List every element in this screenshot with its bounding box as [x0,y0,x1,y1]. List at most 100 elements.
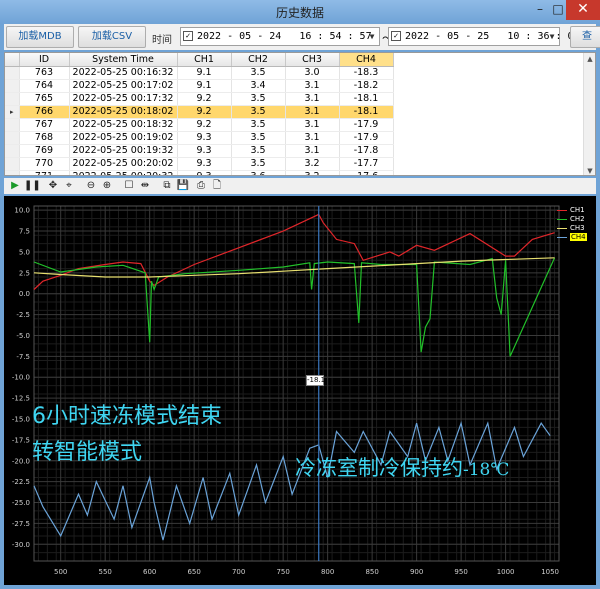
table-cell[interactable]: 2022-05-25 00:18:02 [69,105,178,119]
table-cell[interactable]: 2022-05-25 00:18:32 [69,118,178,132]
split-icon[interactable]: ⇹ [138,179,152,193]
table-cell[interactable]: 2022-05-25 00:19:02 [69,131,178,145]
close-button[interactable]: ✕ [566,0,600,20]
table-cell[interactable]: 3.2 [285,157,340,171]
column-header-ch4[interactable]: CH4 [339,53,394,67]
table-cell[interactable]: 3.5 [231,118,286,132]
table-cell[interactable]: 770 [19,157,70,171]
table-cell[interactable]: 9.2 [177,118,232,132]
temperature-chart[interactable]: 500 550 600 650 700 750 800 850 900 950 1000 1050 10… [4,196,596,585]
preview-icon[interactable]: 🗋 [210,179,224,193]
table-cell[interactable]: 2022-05-25 00:20:32 [69,170,178,175]
chevron-down-icon[interactable]: ▼ [365,28,379,45]
table-row[interactable]: 763 2022-05-25 00:16:32 9.1 3.5 3.0 -18.3 [5,66,394,80]
table-cell[interactable]: 9.3 [177,157,232,171]
load-mdb-button[interactable]: 加载MDB [6,26,74,48]
table-cell[interactable]: 9.3 [177,170,232,175]
copy-icon[interactable]: ⧉ [160,179,174,193]
row-indicator[interactable] [5,144,20,158]
title-bar[interactable]: 历史数据 – □ ✕ [0,0,600,24]
select-icon[interactable]: ⌖ [62,179,76,193]
table-cell[interactable]: -17.9 [339,131,394,145]
start-datetime-picker[interactable]: ✓ 2022 - 05 - 24 16 : 54 : 57 ▼ [180,27,380,46]
print-icon[interactable]: ⎙ [194,179,208,193]
row-indicator[interactable] [5,131,20,145]
scroll-down-icon[interactable]: ▼ [584,165,595,175]
table-cell[interactable]: 768 [19,131,70,145]
zoom-in-icon[interactable]: ⊕ [100,179,114,193]
table-row[interactable]: 765 2022-05-25 00:17:32 9.2 3.5 3.1 -18.1 [5,92,394,106]
legend-item-ch3[interactable]: CH3 [557,224,591,233]
play-icon[interactable]: ▶ [8,179,22,193]
table-cell[interactable]: 3.6 [231,170,286,175]
pan-icon[interactable]: ✥ [46,179,60,193]
table-cell[interactable]: 3.5 [231,105,286,119]
load-csv-button[interactable]: 加载CSV [78,26,146,48]
table-row[interactable]: 764 2022-05-25 00:17:02 9.1 3.4 3.1 -18.2 [5,79,394,93]
table-row[interactable]: 768 2022-05-25 00:19:02 9.3 3.5 3.1 -17.9 [5,131,394,145]
table-cell[interactable]: 3.5 [231,131,286,145]
table-cell[interactable]: 3.5 [231,66,286,80]
column-header-ch3[interactable]: CH3 [285,53,340,67]
table-cell[interactable]: -17.9 [339,118,394,132]
table-cell[interactable]: -18.3 [339,66,394,80]
table-cell[interactable]: 769 [19,144,70,158]
table-cell[interactable]: 3.0 [285,66,340,80]
table-cell[interactable]: -17.8 [339,144,394,158]
table-cell[interactable]: -18.1 [339,92,394,106]
table-cell[interactable]: 3.4 [231,79,286,93]
table-cell[interactable]: 3.1 [285,118,340,132]
table-cell[interactable]: 764 [19,79,70,93]
table-cell[interactable]: 9.2 [177,92,232,106]
table-cell[interactable]: 2022-05-25 00:16:32 [69,66,178,80]
pause-icon[interactable]: ❚❚ [24,179,41,193]
table-cell[interactable]: 765 [19,92,70,106]
end-enable-checkbox[interactable]: ✓ [391,31,401,41]
row-indicator[interactable] [5,118,20,132]
table-cell[interactable]: 766 [19,105,70,119]
table-row[interactable]: 769 2022-05-25 00:19:32 9.3 3.5 3.1 -17.8 [5,144,394,158]
table-cell[interactable]: 767 [19,118,70,132]
start-datetime-value[interactable]: 2022 - 05 - 24 16 : 54 : 57 [197,28,372,45]
table-cell[interactable]: -17.7 [339,157,394,171]
table-cell[interactable]: 3.5 [231,144,286,158]
data-grid[interactable]: ID System Time CH1 CH2 CH3 CH4 763 2022-05-25 … [4,52,596,176]
row-indicator[interactable] [5,66,20,80]
row-indicator[interactable] [5,92,20,106]
table-cell[interactable]: 763 [19,66,70,80]
table-cell[interactable]: 3.1 [285,92,340,106]
scroll-up-icon[interactable]: ▲ [584,53,595,65]
table-cell[interactable]: 9.1 [177,79,232,93]
box-icon[interactable]: ☐ [122,179,136,193]
table-cell[interactable]: -18.1 [339,105,394,119]
table-cell[interactable]: 2022-05-25 00:20:02 [69,157,178,171]
table-row[interactable]: ▸ 766 2022-05-25 00:18:02 9.2 3.5 3.1 -18.1 [5,105,394,119]
query-button[interactable]: 查 [570,26,600,48]
row-indicator[interactable] [5,170,20,175]
table-cell[interactable]: 771 [19,170,70,175]
table-row[interactable]: 7712022-05-25 00:20:329.33.63.2-17.6 [5,170,394,175]
table-cell[interactable]: -17.6 [339,170,394,175]
column-header-ch1[interactable]: CH1 [177,53,232,67]
row-indicator[interactable]: ▸ [5,105,20,119]
maximize-button[interactable]: □ [548,0,568,20]
table-cell[interactable]: 3.1 [285,79,340,93]
table-cell[interactable]: 3.1 [285,105,340,119]
table-cell[interactable]: 9.3 [177,131,232,145]
table-row[interactable]: 767 2022-05-25 00:18:32 9.2 3.5 3.1 -17.9 [5,118,394,132]
column-header-system-time[interactable]: System Time [69,53,178,67]
table-row[interactable]: 770 2022-05-25 00:20:02 9.3 3.5 3.2 -17.7 [5,157,394,171]
table-cell[interactable]: 3.5 [231,157,286,171]
column-header-ch2[interactable]: CH2 [231,53,286,67]
zoom-out-icon[interactable]: ⊖ [84,179,98,193]
table-cell[interactable]: 2022-05-25 00:19:32 [69,144,178,158]
table-cell[interactable]: 2022-05-25 00:17:32 [69,92,178,106]
table-cell[interactable]: 9.1 [177,66,232,80]
table-cell[interactable]: 3.1 [285,144,340,158]
row-indicator[interactable] [5,79,20,93]
row-indicator[interactable] [5,157,20,171]
table-cell[interactable]: 2022-05-25 00:17:02 [69,79,178,93]
table-cell[interactable]: 3.2 [285,170,340,175]
table-cell[interactable]: 3.1 [285,131,340,145]
minimize-button[interactable]: – [530,0,550,20]
